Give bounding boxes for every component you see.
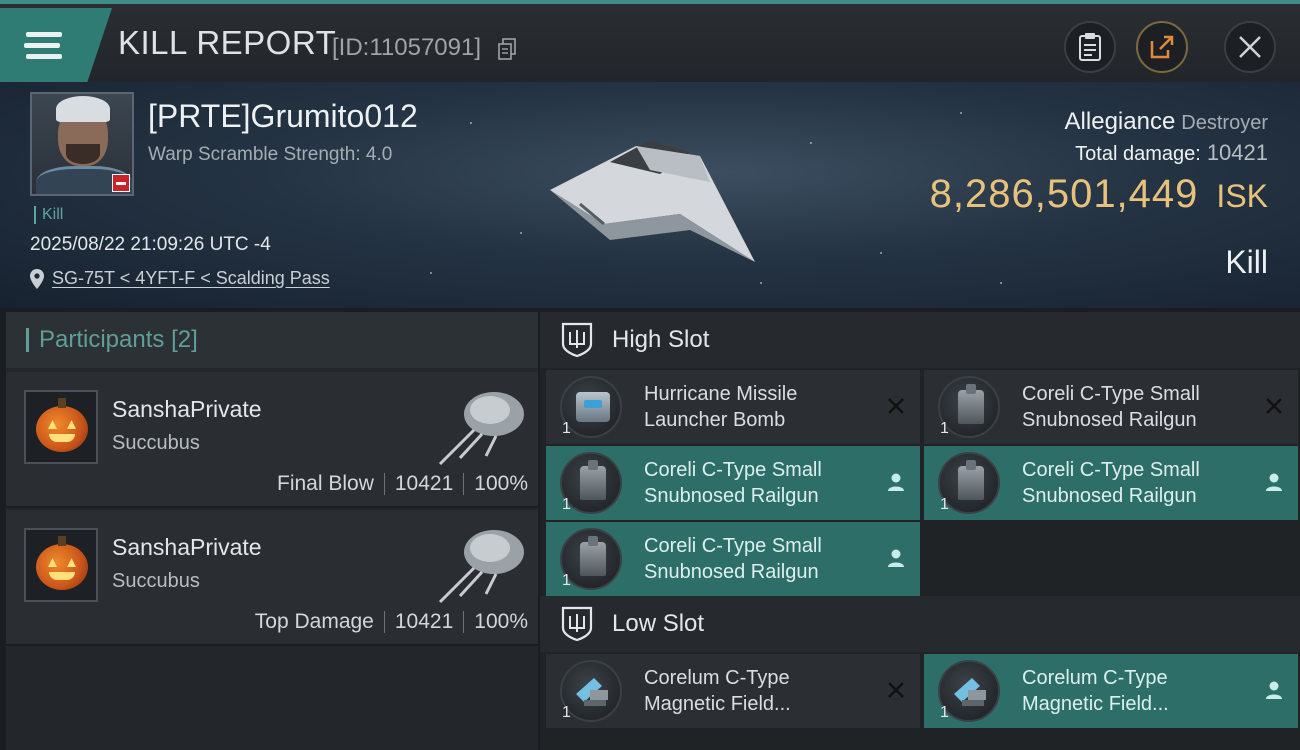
kill-tag: Kill	[34, 206, 63, 224]
hostile-badge-icon	[112, 174, 130, 192]
close-button[interactable]	[1224, 21, 1276, 73]
low-slot-header: Low Slot	[540, 596, 1300, 652]
fitting-panel: High Slot 1 Hurricane Missile Launcher B…	[540, 312, 1300, 750]
high-slot-header: High Slot	[540, 312, 1300, 368]
pumpkin-icon	[36, 536, 88, 590]
module-qty: 1	[562, 420, 571, 437]
succubus-ship-icon	[438, 392, 524, 466]
share-button[interactable]	[1136, 21, 1188, 73]
close-icon	[1239, 36, 1261, 58]
module-qty: 1	[562, 572, 571, 589]
ship-class: Destroyer	[1181, 112, 1268, 134]
kill-summary-card: [PRTE]Grumito012 Warp Scramble Strength:…	[0, 82, 1300, 308]
location-pin-icon	[30, 268, 44, 289]
kill-datetime: 2025/08/22 21:09:26 UTC -4	[30, 234, 271, 255]
low-slot-icon	[561, 606, 593, 642]
participant-row[interactable]: SanshaPrivate Succubus Final Blow 10421 …	[6, 372, 538, 508]
participants-panel: Participants [2] SanshaPrivate Succubus …	[6, 312, 538, 750]
module-qty: 1	[940, 704, 949, 721]
dropped-person-icon	[884, 546, 908, 570]
participant-damage: 10421	[394, 472, 454, 495]
total-damage-value: 10421	[1206, 140, 1268, 165]
module-name: Coreli C-Type Small Snubnosed Railgun	[1022, 459, 1200, 507]
module-name: Coreli C-Type Small Snubnosed Railgun	[644, 535, 822, 583]
location-link[interactable]: SG-75T < 4YFT-F < Scalding Pass	[52, 268, 330, 289]
module-qty: 1	[562, 704, 571, 721]
destroyed-icon	[884, 394, 908, 418]
destroyed-icon	[1262, 394, 1286, 418]
participant-percent: 100%	[474, 472, 528, 495]
copy-icon[interactable]	[498, 38, 516, 60]
module-qty: 1	[562, 496, 571, 513]
destroyed-icon	[884, 678, 908, 702]
clipboard-button[interactable]	[1064, 21, 1116, 73]
participant-avatar	[24, 528, 98, 602]
module-name: Hurricane Missile Launcher Bomb	[644, 383, 798, 431]
module-name: Corelum C-Type Magnetic Field...	[1022, 667, 1169, 715]
clipboard-icon	[1079, 33, 1101, 61]
module-item[interactable]: 1 Coreli C-Type Small Snubnosed Railgun	[546, 522, 920, 596]
participant-name: SanshaPrivate	[112, 534, 262, 560]
page-title: KILL REPORT	[118, 24, 337, 61]
warp-scramble-strength: Warp Scramble Strength: 4.0	[148, 144, 393, 165]
module-item[interactable]: 1 Corelum C-Type Magnetic Field...	[924, 654, 1298, 728]
kill-location[interactable]: SG-75T < 4YFT-F < Scalding Pass	[30, 268, 330, 289]
module-name: Corelum C-Type Magnetic Field...	[644, 667, 791, 715]
participant-ship: Succubus	[112, 570, 200, 592]
participants-header[interactable]: Participants [2]	[6, 312, 538, 368]
module-item[interactable]: 1 Hurricane Missile Launcher Bomb	[546, 370, 920, 444]
participant-role: Top Damage	[254, 610, 374, 633]
participant-stats: Top Damage 10421 100%	[255, 610, 528, 634]
menu-button[interactable]	[0, 8, 112, 82]
participant-role: Final Blow	[277, 472, 374, 495]
isk-value: 8,286,501,449 ISK	[930, 172, 1268, 217]
module-item[interactable]: 1 Coreli C-Type Small Snubnosed Railgun	[924, 446, 1298, 520]
share-icon	[1150, 35, 1174, 59]
top-bar: KILL REPORT [ID:11057091]	[0, 0, 1300, 82]
report-id: [ID:11057091]	[332, 34, 482, 61]
result-label: Kill	[1225, 244, 1268, 280]
module-name: Coreli C-Type Small Snubnosed Railgun	[644, 459, 822, 507]
participant-row[interactable]: SanshaPrivate Succubus Top Damage 10421 …	[6, 510, 538, 646]
participant-ship: Succubus	[112, 432, 200, 454]
isk-unit: ISK	[1216, 178, 1268, 214]
allegiance: Allegiance Destroyer	[1064, 108, 1268, 135]
participant-damage: 10421	[394, 610, 454, 633]
isk-amount: 8,286,501,449	[929, 172, 1199, 216]
dropped-person-icon	[884, 470, 908, 494]
module-item[interactable]: 1 Coreli C-Type Small Snubnosed Railgun	[546, 446, 920, 520]
module-qty: 1	[940, 496, 949, 513]
destroyer-ship-image	[550, 140, 755, 262]
participants-count: [2]	[171, 326, 198, 353]
participant-stats: Final Blow 10421 100%	[277, 472, 528, 496]
dropped-person-icon	[1262, 470, 1286, 494]
total-damage: Total damage: 10421	[1075, 140, 1268, 165]
module-item[interactable]: 1 Corelum C-Type Magnetic Field...	[546, 654, 920, 728]
participant-name: SanshaPrivate	[112, 396, 262, 422]
high-slot-icon	[561, 322, 593, 358]
module-name: Coreli C-Type Small Snubnosed Railgun	[1022, 383, 1200, 431]
module-qty: 1	[940, 420, 949, 437]
pilot-name[interactable]: [PRTE]Grumito012	[148, 98, 418, 135]
participant-avatar	[24, 390, 98, 464]
menu-icon	[26, 32, 62, 37]
dropped-person-icon	[1262, 678, 1286, 702]
participant-percent: 100%	[474, 610, 528, 633]
succubus-ship-icon	[438, 530, 524, 604]
pilot-portrait[interactable]	[30, 92, 134, 196]
module-item[interactable]: 1 Coreli C-Type Small Snubnosed Railgun	[924, 370, 1298, 444]
pumpkin-icon	[36, 398, 88, 452]
